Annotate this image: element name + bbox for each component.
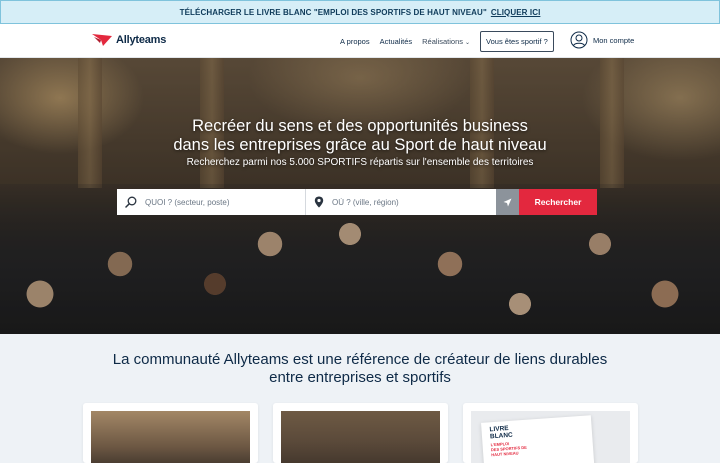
white-paper-title: LIVRE BLANC: [489, 425, 513, 441]
hero-subtitle: Recherchez parmi nos 5.000 SPORTIFS répa…: [186, 157, 534, 168]
search-what-input[interactable]: [145, 197, 295, 207]
primary-nav: A propos Actualités Réalisations ⌄ Vous ê…: [340, 24, 554, 58]
map-pin-icon: [314, 196, 324, 208]
community-heading: La communauté Allyteams est une référenc…: [0, 351, 720, 387]
feature-card[interactable]: [273, 403, 448, 463]
feature-card[interactable]: LIVRE BLANC L'EMPLOI DES SPORTIFS DE HAU…: [463, 403, 638, 463]
search-bar: Rechercher: [117, 189, 597, 215]
account-link[interactable]: Mon compte: [570, 31, 634, 49]
community-heading-line2: entre entreprises et sportifs: [269, 369, 451, 386]
hero-title: Recréer du sens et des opportunités busi…: [0, 117, 720, 155]
brand-name: Allyteams: [116, 34, 167, 46]
community-heading-line1: La communauté Allyteams est une référenc…: [112, 351, 608, 368]
account-label: Mon compte: [593, 35, 635, 45]
brand-logo[interactable]: Allyteams: [92, 33, 166, 47]
logo-wing-icon: [92, 34, 112, 46]
geolocate-button[interactable]: [496, 189, 519, 215]
search-icon: [125, 196, 137, 208]
search-button[interactable]: Rechercher: [519, 189, 597, 215]
hero-title-line1: Recréer du sens et des opportunités busi…: [192, 117, 528, 135]
search-where-field[interactable]: [306, 189, 496, 215]
card-photo: [91, 411, 250, 463]
promo-banner-text: TÉLÉCHARGER LE LIVRE BLANC "EMPLOI DES S…: [179, 7, 487, 17]
nav-item-realisations[interactable]: Réalisations ⌄: [422, 37, 470, 46]
feature-card[interactable]: [83, 403, 258, 463]
promo-banner-link[interactable]: CLIQUER ICI: [491, 8, 541, 17]
search-what-field[interactable]: [117, 189, 306, 215]
card-photo: LIVRE BLANC L'EMPLOI DES SPORTIFS DE HAU…: [471, 411, 630, 463]
chevron-down-icon: ⌄: [465, 39, 471, 46]
promo-banner: TÉLÉCHARGER LE LIVRE BLANC "EMPLOI DES S…: [0, 0, 720, 24]
nav-item-realisations-label: Réalisations: [422, 36, 463, 46]
main-header: Allyteams A propos Actualités Réalisatio…: [0, 24, 720, 58]
user-icon: [570, 31, 588, 49]
location-arrow-icon: [503, 198, 512, 206]
nav-item-actualites[interactable]: Actualités: [380, 37, 413, 46]
athlete-cta-button[interactable]: Vous êtes sportif ?: [480, 30, 554, 52]
white-paper-subtitle: L'EMPLOI DES SPORTIFS DE HAUT NIVEAU: [490, 440, 528, 458]
nav-item-a-propos[interactable]: A propos: [340, 37, 370, 46]
card-photo: [281, 411, 440, 463]
white-paper-cover: LIVRE BLANC L'EMPLOI DES SPORTIFS DE HAU…: [481, 415, 595, 463]
hero-title-line2: dans les entreprises grâce au Sport de h…: [173, 136, 547, 154]
search-where-input[interactable]: [332, 197, 482, 207]
